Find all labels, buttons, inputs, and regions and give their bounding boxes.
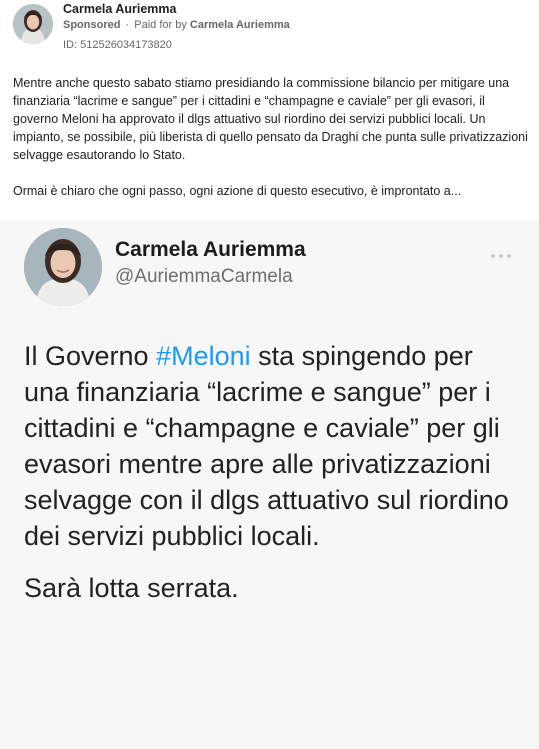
post-paragraph-1: Mentre anche questo sabato stiamo presid…	[13, 76, 528, 162]
sponsored-label: Sponsored	[63, 19, 121, 31]
ad-id: ID: 512526034173820	[63, 39, 172, 51]
sponsored-line: Sponsored · Paid for by Carmela Auriemma	[63, 19, 290, 31]
author-name-link[interactable]: Carmela Auriemma	[63, 2, 176, 16]
tweet-text-prefix: Il Governo	[24, 341, 157, 371]
tweet-hashtag: #Meloni	[156, 341, 251, 371]
tweet-image[interactable]: Carmela Auriemma @AuriemmaCarmela Il Gov…	[0, 220, 539, 749]
paid-for-label: Paid for by	[134, 19, 187, 31]
more-horizontal-icon	[491, 245, 517, 258]
post-text: Mentre anche questo sabato stiamo presid…	[13, 74, 528, 200]
tweet-closing: Sarà lotta serrata.	[24, 573, 239, 603]
tweet-avatar	[24, 228, 102, 306]
author-avatar[interactable]	[13, 4, 53, 44]
tweet-text: Il Governo #Meloni sta spingendo per una…	[24, 338, 524, 606]
tweet-author-name: Carmela Auriemma	[115, 238, 306, 261]
tweet-author-handle: @AuriemmaCarmela	[115, 266, 293, 287]
post-paragraph-2[interactable]: Ormai è chiaro che ogni passo, ogni azio…	[13, 182, 528, 200]
meta-separator: ·	[125, 19, 130, 31]
post-header: Carmela Auriemma Sponsored · Paid for by…	[0, 0, 539, 60]
tweet-body: Il Governo #Meloni sta spingendo per una…	[24, 338, 524, 554]
paid-for-by-link[interactable]: Carmela Auriemma	[190, 19, 290, 31]
tweet-text-rest: sta spingendo per una finanziaria “lacri…	[24, 341, 509, 551]
